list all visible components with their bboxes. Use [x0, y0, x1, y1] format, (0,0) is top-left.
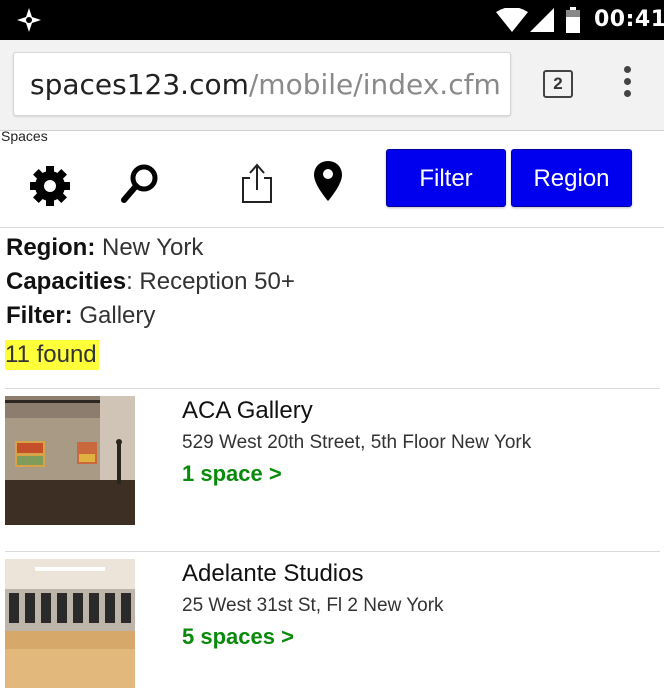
capacities-criteria: Capacities: Reception 50+: [6, 268, 295, 296]
region-button[interactable]: Region: [511, 149, 632, 207]
url-bar[interactable]: spaces123.com/mobile/index.cfm: [13, 52, 511, 116]
filter-value: Gallery: [72, 302, 156, 329]
filter-label: Filter:: [6, 302, 73, 329]
status-bar: 00:41: [0, 0, 664, 40]
venue-photo[interactable]: [5, 396, 135, 525]
filter-button[interactable]: Filter: [386, 149, 506, 207]
divider: [5, 388, 660, 389]
url-host: spaces123.com: [30, 68, 249, 101]
browser-toolbar: spaces123.com/mobile/index.cfm 2: [0, 40, 664, 131]
divider: [5, 551, 660, 552]
capacities-value: : Reception 50+: [126, 268, 295, 295]
capacities-label: Capacities: [6, 268, 127, 295]
filter-criteria: Filter: Gallery: [6, 302, 155, 330]
app-notification-icon: [17, 8, 41, 32]
venue-name[interactable]: Adelante Studios: [182, 560, 363, 588]
share-icon[interactable]: [240, 162, 274, 204]
divider: [0, 227, 664, 228]
venue-photo[interactable]: [5, 559, 135, 688]
location-pin-icon[interactable]: [313, 160, 343, 202]
search-icon[interactable]: [120, 163, 160, 205]
venue-name[interactable]: ACA Gallery: [182, 397, 313, 425]
spaces-link[interactable]: 5 spaces >: [182, 624, 294, 650]
region-value: New York: [95, 234, 204, 261]
results-count: 11 found: [5, 340, 99, 370]
region-label: Region:: [6, 234, 96, 261]
site-title: Spaces: [1, 128, 48, 144]
url-path: /mobile/index.cfm: [248, 68, 501, 101]
settings-icon[interactable]: [30, 166, 70, 206]
venue-address: 25 West 31st St, Fl 2 New York: [182, 595, 444, 616]
status-time: 00:41: [594, 7, 664, 32]
cell-signal-icon: [530, 8, 554, 32]
overflow-menu-icon[interactable]: [620, 66, 634, 100]
battery-icon: [566, 7, 580, 33]
wifi-icon: [496, 8, 528, 32]
region-criteria: Region: New York: [6, 234, 203, 262]
spaces-link[interactable]: 1 space >: [182, 461, 282, 487]
tab-switcher-button[interactable]: 2: [543, 70, 573, 98]
venue-address: 529 West 20th Street, 5th Floor New York: [182, 432, 532, 453]
